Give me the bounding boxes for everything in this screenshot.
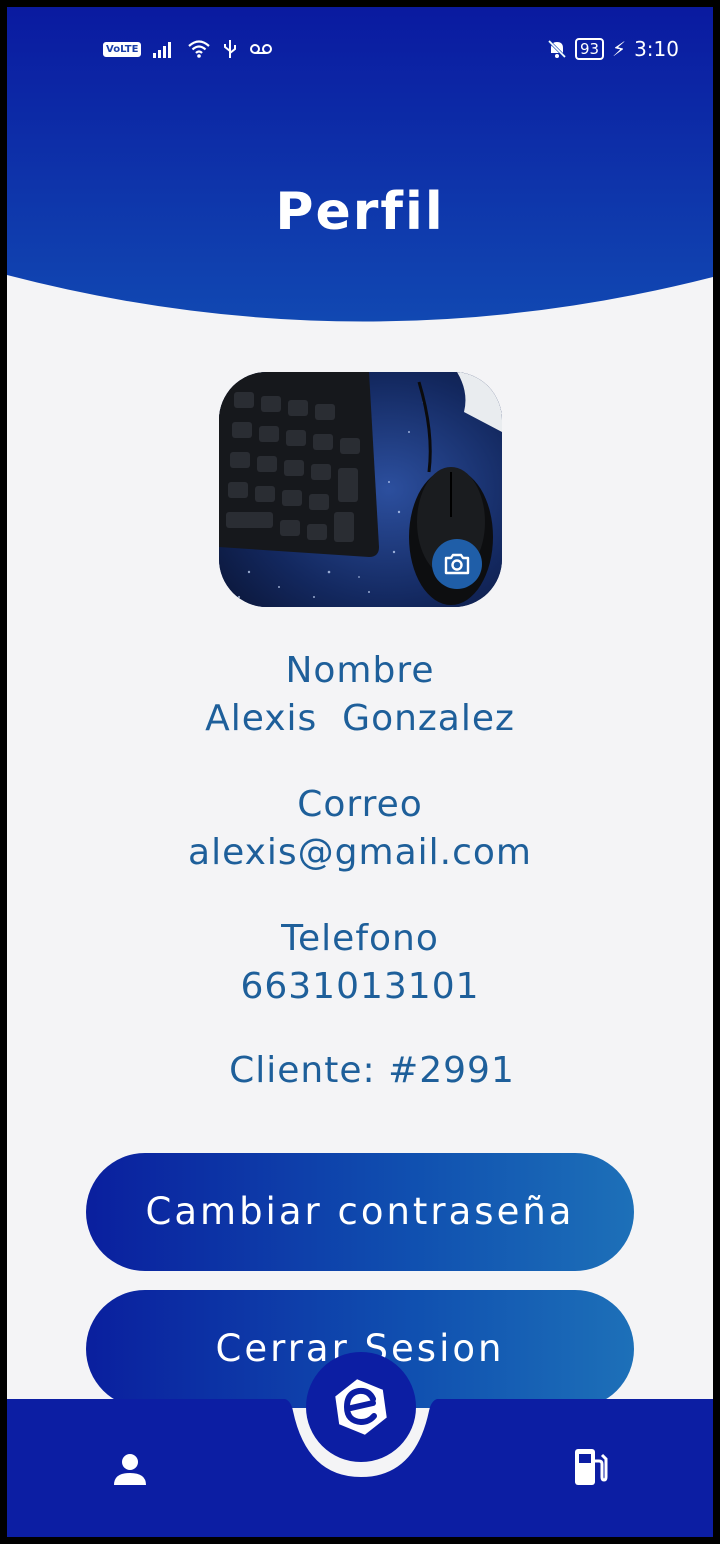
name-value: Alexis Gonzalez bbox=[205, 698, 515, 739]
phone-value: 6631013101 bbox=[240, 966, 480, 1007]
app-screen: VoLTE 93 ⚡ 3:10 Perfil Nombre Alexis Gon… bbox=[7, 7, 713, 1537]
usb-icon bbox=[224, 40, 237, 58]
email-value: alexis@gmail.com bbox=[188, 832, 532, 873]
email-section: Correo alexis@gmail.com bbox=[7, 781, 713, 877]
camera-button[interactable] bbox=[432, 539, 482, 589]
nav-fuel-button[interactable] bbox=[560, 1437, 620, 1497]
battery-level: 93 bbox=[574, 38, 605, 60]
volte-badge: VoLTE bbox=[103, 41, 142, 57]
phone-section: Telefono 6631013101 bbox=[7, 915, 713, 1011]
signal-icon bbox=[153, 42, 172, 58]
client-number: Cliente: #2991 bbox=[229, 1050, 515, 1091]
home-fab-button[interactable] bbox=[306, 1352, 416, 1462]
phone-label: Telefono bbox=[281, 918, 439, 959]
wifi-icon bbox=[188, 40, 211, 58]
bell-muted-icon bbox=[547, 39, 566, 59]
voicemail-icon bbox=[250, 44, 273, 54]
name-section: Nombre Alexis Gonzalez bbox=[7, 647, 713, 743]
email-label: Correo bbox=[297, 784, 423, 825]
camera-icon bbox=[444, 553, 470, 575]
app-logo-icon bbox=[335, 1379, 387, 1435]
charging-icon: ⚡ bbox=[612, 37, 627, 61]
name-label: Nombre bbox=[285, 650, 435, 691]
user-icon bbox=[114, 1454, 146, 1485]
nav-profile-button[interactable] bbox=[100, 1439, 160, 1499]
status-bar: VoLTE 93 ⚡ 3:10 bbox=[7, 35, 713, 67]
page-title: Perfil bbox=[275, 182, 445, 242]
change-password-button[interactable]: Cambiar contraseña bbox=[86, 1153, 634, 1271]
status-time: 3:10 bbox=[634, 37, 679, 61]
fuel-pump-icon bbox=[575, 1449, 608, 1485]
